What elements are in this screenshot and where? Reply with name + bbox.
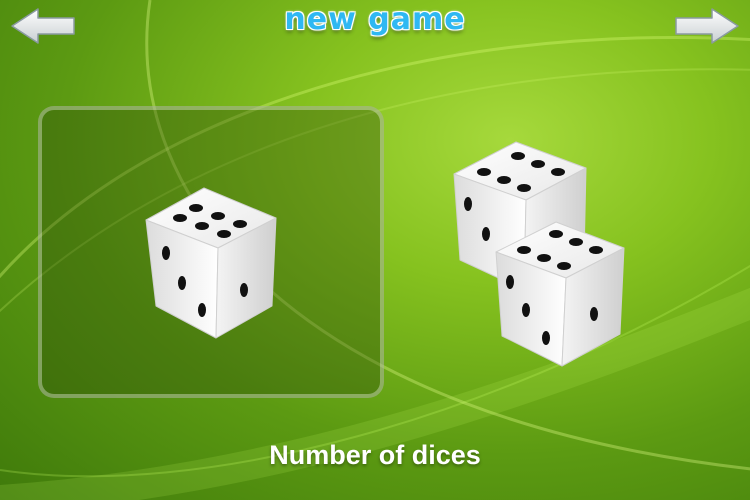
single-die-icon — [145, 187, 277, 339]
double-dice-icon — [453, 141, 625, 367]
two-dice-option[interactable] — [440, 130, 640, 370]
game-screen: new game Number of dices — [0, 0, 750, 500]
dice-count-caption: Number of dices — [269, 440, 481, 470]
one-dice-option[interactable] — [38, 106, 384, 398]
arrow-right-icon — [675, 8, 739, 44]
page-title: new game — [284, 2, 466, 37]
forward-button[interactable] — [672, 6, 742, 46]
